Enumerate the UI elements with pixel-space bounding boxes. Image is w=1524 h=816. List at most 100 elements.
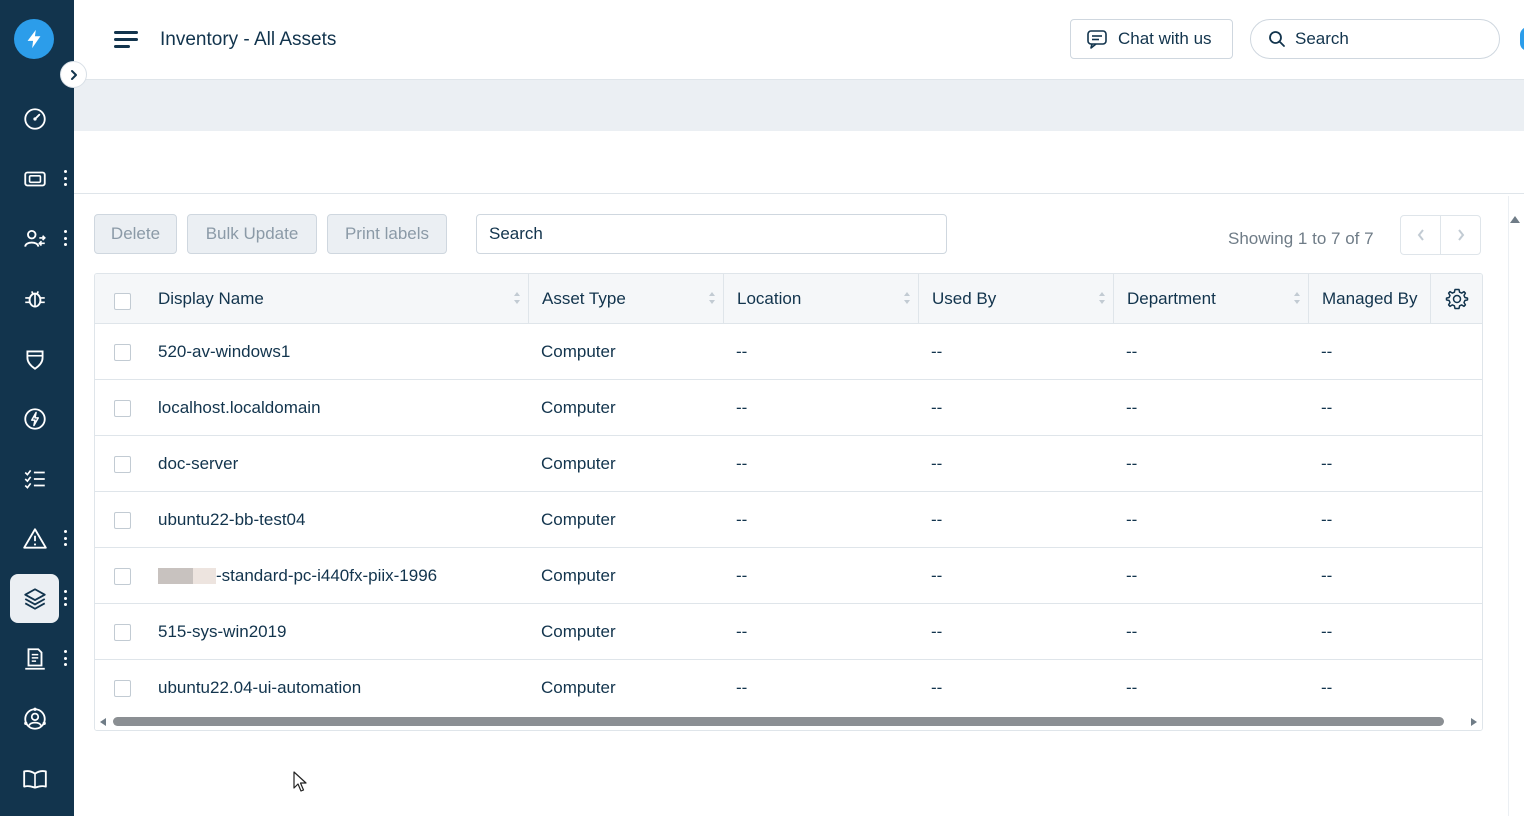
more-options-icon[interactable] bbox=[61, 528, 69, 548]
cell-name[interactable]: localhost.localdomain bbox=[158, 380, 321, 436]
cell-managed-by: -- bbox=[1321, 324, 1332, 380]
cell-text: -- bbox=[1321, 622, 1333, 641]
global-search-input[interactable]: Search bbox=[1250, 19, 1500, 59]
top-header: Inventory - All Assets Chat with us Sear… bbox=[74, 0, 1524, 80]
cell-name[interactable]: ubuntu22-bb-test04 bbox=[158, 492, 305, 548]
cell-text: 520-av-windows1 bbox=[158, 342, 291, 361]
delete-button[interactable]: Delete bbox=[94, 214, 177, 254]
bulk-update-button[interactable]: Bulk Update bbox=[187, 214, 317, 254]
row-checkbox[interactable] bbox=[114, 344, 131, 361]
row-checkbox[interactable] bbox=[114, 512, 131, 529]
table-search-input[interactable]: Search bbox=[476, 214, 947, 254]
cell-name[interactable]: 520-av-windows1 bbox=[158, 324, 290, 380]
table-row[interactable]: 515-sys-win2019 Computer -- -- -- -- bbox=[95, 604, 1482, 660]
print-labels-button[interactable]: Print labels bbox=[327, 214, 447, 254]
cell-name[interactable]: -standard-pc-i440fx-piix-1996 bbox=[158, 548, 437, 604]
table-row[interactable]: ubuntu22-bb-test04 Computer -- -- -- -- bbox=[95, 492, 1482, 548]
cell-text: -- bbox=[1126, 510, 1138, 529]
user-avatar[interactable] bbox=[1520, 27, 1524, 51]
chat-label: Chat with us bbox=[1118, 29, 1212, 48]
table-row[interactable]: -standard-pc-i440fx-piix-1996 Computer -- -… bbox=[95, 548, 1482, 604]
sidebar-item-document[interactable] bbox=[10, 634, 59, 683]
table-search-placeholder: Search bbox=[489, 224, 543, 243]
column-header-display-name[interactable]: Display Name bbox=[145, 274, 529, 324]
sort-icon bbox=[1099, 292, 1105, 306]
cell-used-by: -- bbox=[931, 548, 942, 604]
table-row[interactable]: doc-server Computer -- -- -- -- bbox=[95, 436, 1482, 492]
cell-text: ubuntu22-bb-test04 bbox=[158, 510, 306, 529]
more-options-icon[interactable] bbox=[61, 228, 69, 248]
previous-page-button[interactable] bbox=[1401, 216, 1441, 254]
sidebar-item-book[interactable] bbox=[10, 754, 59, 803]
cell-text: -- bbox=[1126, 678, 1138, 697]
table-row[interactable]: ubuntu22.04-ui-automation Computer -- -- -- -… bbox=[95, 660, 1482, 716]
sort-icon bbox=[709, 292, 715, 306]
column-label: Used By bbox=[932, 289, 997, 308]
column-header-managed-by[interactable]: Managed By bbox=[1309, 274, 1431, 324]
sidebar-item-user-circle[interactable] bbox=[10, 694, 59, 743]
cell-text: -- bbox=[1321, 678, 1333, 697]
sidebar-item-bug[interactable] bbox=[10, 274, 59, 323]
select-all-checkbox[interactable] bbox=[114, 293, 131, 310]
cell-text: -- bbox=[931, 398, 943, 417]
cell-text: -- bbox=[1126, 342, 1138, 361]
column-header-location[interactable]: Location bbox=[724, 274, 919, 324]
scroll-right-arrow-icon[interactable] bbox=[1471, 718, 1477, 726]
column-header-department[interactable]: Department bbox=[1114, 274, 1309, 324]
more-options-icon[interactable] bbox=[61, 168, 69, 188]
more-options-icon[interactable] bbox=[61, 588, 69, 608]
bolt-icon bbox=[23, 407, 46, 430]
cell-department: -- bbox=[1126, 660, 1137, 716]
cell-text: -- bbox=[1126, 398, 1138, 417]
cell-location: -- bbox=[736, 492, 747, 548]
cell-text: Computer bbox=[541, 622, 616, 641]
freshservice-logo[interactable] bbox=[14, 19, 54, 59]
pagination-controls bbox=[1400, 215, 1481, 255]
row-checkbox[interactable] bbox=[114, 456, 131, 473]
cell-name[interactable]: doc-server bbox=[158, 436, 238, 492]
row-checkbox[interactable] bbox=[114, 624, 131, 641]
sidebar-item-user-swap[interactable] bbox=[10, 214, 59, 263]
cell-text: -- bbox=[1321, 342, 1333, 361]
row-checkbox[interactable] bbox=[114, 400, 131, 417]
cell-name[interactable]: 515-sys-win2019 bbox=[158, 604, 287, 660]
scroll-left-arrow-icon[interactable] bbox=[100, 718, 106, 726]
table-row[interactable]: localhost.localdomain Computer -- -- -- -- bbox=[95, 380, 1482, 436]
sidebar-item-bolt[interactable] bbox=[10, 394, 59, 443]
sidebar-item-warning[interactable] bbox=[10, 514, 59, 563]
menu-toggle-icon[interactable] bbox=[114, 31, 138, 49]
cell-managed-by: -- bbox=[1321, 660, 1332, 716]
column-header-used-by[interactable]: Used By bbox=[919, 274, 1114, 324]
sidebar-item-checklist[interactable] bbox=[10, 454, 59, 503]
cell-type: Computer bbox=[541, 324, 616, 380]
column-settings-button[interactable] bbox=[1431, 274, 1482, 324]
row-checkbox[interactable] bbox=[114, 568, 131, 585]
next-page-button[interactable] bbox=[1441, 216, 1480, 254]
cell-type: Computer bbox=[541, 660, 616, 716]
cell-name[interactable]: ubuntu22.04-ui-automation bbox=[158, 660, 361, 716]
row-checkbox[interactable] bbox=[114, 680, 131, 697]
more-options-icon[interactable] bbox=[61, 648, 69, 668]
chat-with-us-button[interactable]: Chat with us bbox=[1070, 19, 1233, 59]
sidebar-item-layers[interactable] bbox=[10, 574, 59, 623]
document-icon bbox=[24, 647, 45, 670]
column-label: Location bbox=[737, 289, 802, 308]
sidebar-item-ticket[interactable] bbox=[10, 154, 59, 203]
cell-text: -- bbox=[931, 510, 943, 529]
filter-band bbox=[74, 80, 1524, 131]
column-label: Asset Type bbox=[542, 289, 626, 308]
cell-used-by: -- bbox=[931, 660, 942, 716]
cell-text: -- bbox=[736, 510, 748, 529]
cell-text: Computer bbox=[541, 398, 616, 417]
sidebar-item-shield[interactable] bbox=[10, 334, 59, 383]
sidebar-item-dashboard-gauge[interactable] bbox=[10, 94, 59, 143]
scroll-up-arrow-icon[interactable] bbox=[1510, 216, 1520, 223]
horizontal-scrollbar[interactable] bbox=[95, 714, 1482, 730]
sidebar-expand-button[interactable] bbox=[60, 61, 87, 88]
horizontal-scrollbar-thumb[interactable] bbox=[113, 717, 1444, 726]
column-header-asset-type[interactable]: Asset Type bbox=[529, 274, 724, 324]
redacted-text bbox=[158, 568, 216, 584]
vertical-scrollbar-track[interactable] bbox=[1508, 196, 1509, 816]
table-row[interactable]: 520-av-windows1 Computer -- -- -- -- bbox=[95, 324, 1482, 380]
cell-text: -- bbox=[931, 342, 943, 361]
